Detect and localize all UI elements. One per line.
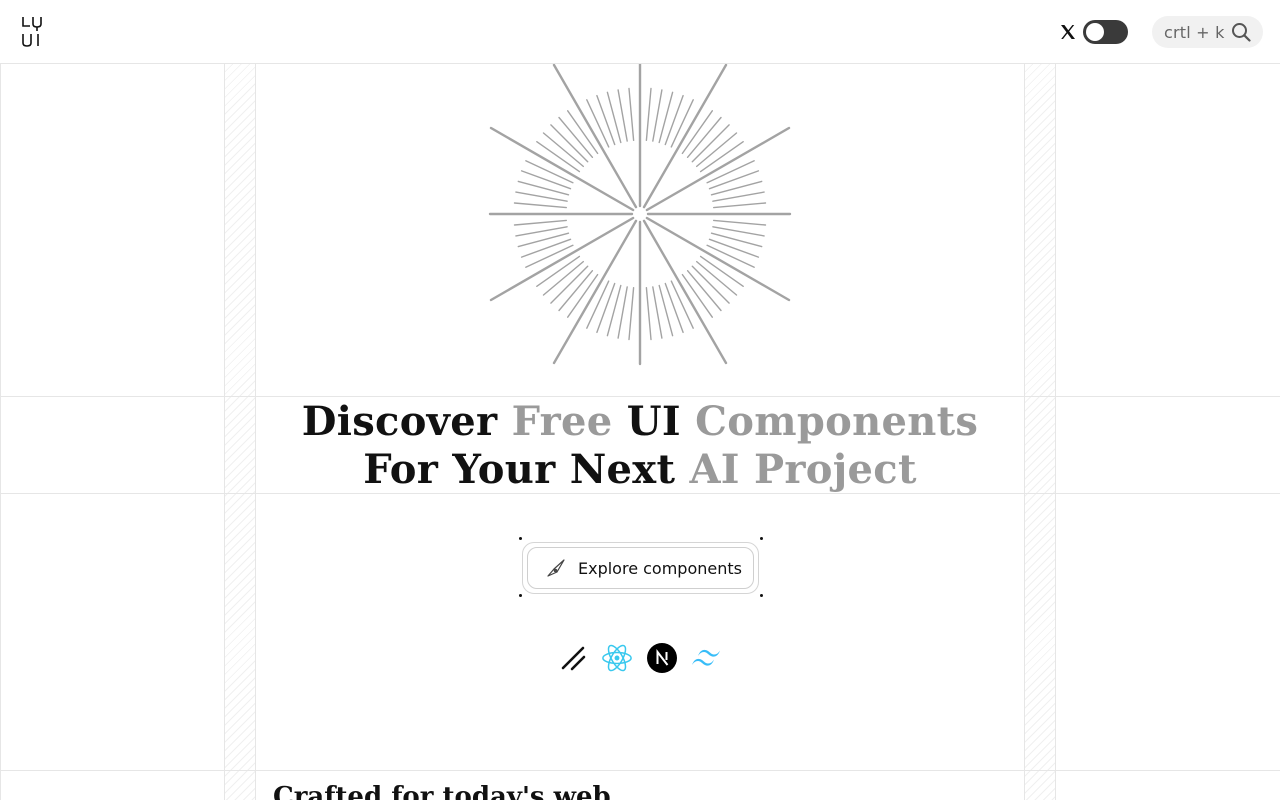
starburst-ray (517, 232, 570, 248)
starburst-ray (617, 89, 628, 142)
starburst-spike (645, 126, 791, 212)
headline-muted-text: AI Project (689, 446, 917, 493)
headline-text (681, 398, 695, 445)
hero-headline: Discover Free UI Components For Your Nex… (256, 398, 1024, 494)
grid-line (224, 64, 225, 800)
headline-muted-text: Components (695, 398, 979, 445)
starburst-ray (712, 191, 765, 202)
search-icon (1232, 23, 1251, 42)
starburst-ray (652, 89, 663, 142)
starburst-ray (658, 284, 674, 337)
logo-icon[interactable] (20, 15, 44, 49)
starburst-ray (606, 91, 622, 144)
starburst-ray (596, 94, 616, 146)
tailwind-icon (692, 649, 720, 666)
section-title: Crafted for today's web (273, 782, 611, 800)
headline-text: Discover (301, 398, 498, 445)
starburst-ray (645, 286, 652, 341)
headline-muted-text: Free (511, 398, 613, 445)
explore-components-label: Explore components (578, 558, 742, 578)
starburst-ray (606, 284, 622, 337)
corner-dot (519, 594, 522, 597)
starburst-ray (710, 180, 763, 196)
tailwind-link[interactable] (690, 642, 722, 674)
starburst-ray (658, 91, 674, 144)
starburst-ray (513, 219, 568, 226)
starburst-spike (489, 126, 635, 212)
starburst-spike (489, 216, 635, 302)
starburst-ray (513, 202, 568, 209)
starburst-ray (628, 286, 635, 341)
react-icon (602, 644, 632, 672)
starburst-ray (520, 170, 572, 190)
explore-cta-frame: Explore components (519, 537, 763, 599)
corner-dot (519, 537, 522, 540)
starburst-ray (712, 219, 767, 226)
x-social-link[interactable] (1057, 21, 1079, 43)
hatch-rail-left (225, 64, 255, 800)
grid-line (1024, 64, 1025, 800)
grid-line (0, 396, 1280, 397)
grid-line (0, 770, 1280, 771)
starburst-ray (515, 226, 568, 237)
hatch-rail-right (1025, 64, 1055, 800)
starburst-graphic (488, 64, 792, 366)
grid-line (0, 64, 1, 800)
search-button[interactable]: crtl + k (1152, 16, 1263, 48)
explore-components-button[interactable]: Explore components (527, 547, 754, 589)
starburst-ray (664, 282, 684, 334)
search-shortcut: crtl + k (1164, 22, 1225, 42)
theme-toggle[interactable] (1083, 20, 1128, 44)
starburst-ray (596, 282, 616, 334)
nextjs-link[interactable] (646, 642, 678, 674)
toggle-knob (1086, 23, 1104, 41)
grid-line (1055, 64, 1056, 800)
starburst-spike (552, 64, 638, 209)
starburst-ray (664, 94, 684, 146)
starburst-ray (515, 191, 568, 202)
headline-line-1: Discover Free UI Components (256, 398, 1024, 446)
compass-icon (547, 559, 565, 577)
starburst-ray (710, 232, 763, 248)
starburst-spike (645, 216, 791, 302)
starburst-ray (617, 286, 628, 339)
starburst-ray (708, 238, 760, 258)
headline-text (612, 398, 626, 445)
shadcn-link[interactable] (557, 642, 589, 674)
starburst-spike (552, 219, 638, 365)
starburst-spike (642, 219, 728, 365)
starburst-ray (645, 87, 652, 142)
starburst-ray (628, 87, 635, 142)
headline-text (497, 398, 511, 445)
headline-line-2: For Your Next AI Project (256, 446, 1024, 494)
x-icon (1061, 25, 1075, 39)
starburst-ray (517, 180, 570, 196)
shadcn-icon (561, 646, 586, 671)
starburst-ray (520, 238, 572, 258)
top-navbar: crtl + k (0, 0, 1280, 64)
starburst-spike (642, 64, 728, 209)
headline-text (675, 446, 689, 493)
corner-dot (760, 594, 763, 597)
headline-text: UI (626, 398, 681, 445)
nextjs-icon (647, 643, 677, 673)
starburst-ray (708, 170, 760, 190)
starburst-ray (712, 202, 767, 209)
react-link[interactable] (601, 642, 633, 674)
starburst-ray (712, 226, 765, 237)
headline-text: For Your Next (363, 446, 676, 493)
starburst-ray (652, 286, 663, 339)
corner-dot (760, 537, 763, 540)
